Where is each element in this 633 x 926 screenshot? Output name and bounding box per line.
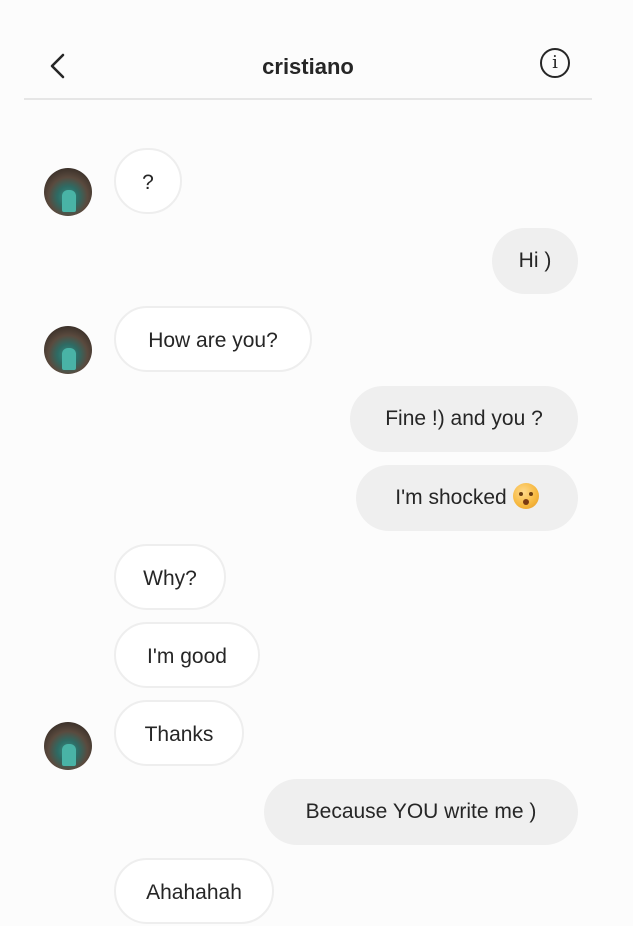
- sender-avatar[interactable]: [44, 722, 92, 770]
- info-button[interactable]: i: [540, 48, 570, 78]
- message-bubble-outgoing[interactable]: Hi ): [492, 228, 578, 294]
- message-bubble-incoming[interactable]: ?: [114, 148, 182, 214]
- message-text: Hi ): [518, 249, 552, 272]
- sender-avatar[interactable]: [44, 168, 92, 216]
- message-bubble-incoming[interactable]: Ahahahah: [114, 858, 274, 924]
- message-text: Ahahahah: [146, 881, 242, 904]
- sender-avatar[interactable]: [44, 326, 92, 374]
- message-bubble-incoming[interactable]: How are you?: [114, 306, 312, 372]
- message-bubble-outgoing[interactable]: I'm shocked: [356, 465, 578, 531]
- chat-header: cristiano i: [24, 40, 592, 100]
- message-text: Fine !) and you ?: [385, 407, 543, 430]
- info-icon: i: [552, 52, 558, 73]
- message-bubble-incoming[interactable]: Thanks: [114, 700, 244, 766]
- conversation-title: cristiano: [262, 54, 354, 79]
- message-text: Because YOU write me ): [305, 800, 537, 823]
- flushed-face-icon: [512, 483, 539, 509]
- message-bubble-outgoing[interactable]: Because YOU write me ): [264, 779, 578, 845]
- message-text: I'm good: [147, 645, 227, 668]
- message-text: Why?: [143, 567, 197, 590]
- message-bubble-incoming[interactable]: I'm good: [114, 622, 260, 688]
- message-text: I'm shocked: [395, 486, 507, 509]
- message-bubble-incoming[interactable]: Why?: [114, 544, 226, 610]
- message-bubble-outgoing[interactable]: Fine !) and you ?: [350, 386, 578, 452]
- message-text: How are you?: [148, 329, 278, 352]
- message-text: ?: [142, 171, 154, 194]
- message-text: Thanks: [144, 723, 214, 746]
